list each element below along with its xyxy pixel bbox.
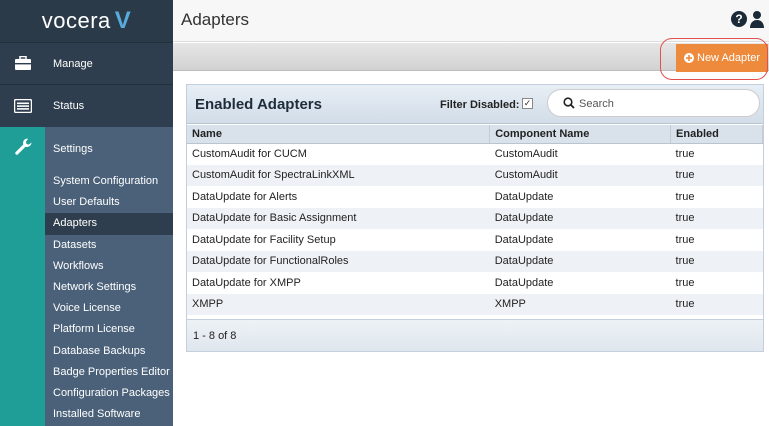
nav-label-manage: Manage — [53, 57, 93, 70]
table-row[interactable]: CustomAudit for SpectraLinkXML CustomAud… — [187, 164, 763, 186]
adapters-table: Name Component Name Enabled CustomAudit … — [187, 125, 763, 315]
cell-enabled: true — [675, 233, 695, 246]
sidebar-item-system-configuration[interactable]: System Configuration — [45, 171, 173, 192]
sidebar-item-datasets[interactable]: Datasets — [45, 235, 173, 256]
highlight-circle — [660, 38, 768, 80]
table-row[interactable]: DataUpdate for Basic Assignment DataUpda… — [187, 207, 763, 229]
settings-submenu: System Configuration User Defaults Adapt… — [45, 171, 173, 426]
table-row[interactable]: DataUpdate for Facility Setup DataUpdate… — [187, 229, 763, 251]
cell-enabled: true — [675, 276, 695, 289]
sidebar: vocera V Manage Status Settings System C… — [0, 0, 173, 426]
user-icon[interactable] — [750, 10, 764, 28]
cell-component-name: CustomAudit — [494, 148, 558, 160]
sidebar-item-configuration-packages[interactable]: Configuration Packages — [45, 383, 173, 404]
column-header-enabled[interactable]: Enabled — [670, 125, 763, 144]
list-icon — [0, 85, 45, 126]
filter-disabled-checkbox[interactable]: ✓ — [522, 98, 533, 109]
cell-enabled: true — [675, 148, 695, 160]
cell-enabled: true — [670, 164, 763, 186]
panel-footer: 1 - 8 of 8 — [187, 319, 763, 351]
sidebar-item-installed-software[interactable]: Installed Software — [45, 404, 173, 425]
cell-component-name: DataUpdate — [489, 207, 671, 229]
nav-label-status: Status — [53, 99, 85, 112]
settings-strip — [0, 127, 45, 426]
cell-name: XMPP — [187, 293, 490, 315]
cell-component-name: XMPP — [489, 293, 671, 315]
cell-name: DataUpdate for Basic Assignment — [187, 207, 490, 229]
pagination-summary: 1 - 8 of 8 — [193, 330, 237, 342]
cell-name: CustomAudit for SpectraLinkXML — [187, 164, 490, 186]
table-row[interactable]: DataUpdate for Alerts DataUpdate true — [187, 186, 763, 208]
enabled-adapters-panel: Enabled Adapters Filter Disabled: ✓ Name… — [186, 84, 764, 352]
column-header-name[interactable]: Name — [187, 125, 491, 144]
cell-name: CustomAudit for CUCM — [192, 148, 307, 160]
cell-component-name: DataUpdate — [494, 233, 554, 246]
wrench-icon — [0, 127, 45, 157]
cell-component-name: CustomAudit — [489, 164, 671, 186]
column-header-component-name[interactable]: Component Name — [489, 125, 672, 144]
cell-enabled: true — [670, 250, 763, 272]
search-icon — [563, 97, 575, 109]
table-row[interactable]: XMPP XMPP true — [187, 293, 763, 315]
vocera-logo[interactable]: vocera V — [0, 0, 173, 42]
cell-name: DataUpdate for Facility Setup — [192, 233, 336, 246]
table-row[interactable]: CustomAudit for CUCM CustomAudit true — [187, 143, 763, 165]
logo-mark-icon: V — [114, 7, 132, 34]
page-title: Adapters — [181, 10, 250, 29]
sidebar-item-workflows[interactable]: Workflows — [45, 256, 173, 277]
nav-label-settings: Settings — [53, 143, 93, 155]
cell-component-name: DataUpdate — [489, 250, 671, 272]
cell-name: DataUpdate for XMPP — [192, 276, 301, 289]
settings-section: Settings System Configuration User Defau… — [0, 127, 173, 426]
panel-header: Enabled Adapters Filter Disabled: ✓ — [187, 85, 763, 124]
cell-enabled: true — [670, 293, 763, 315]
table-row[interactable]: DataUpdate for XMPP DataUpdate true — [187, 272, 763, 294]
panel-title: Enabled Adapters — [195, 96, 322, 113]
sidebar-item-platform-license[interactable]: Platform License — [45, 319, 173, 340]
sidebar-item-badge-properties-editor[interactable]: Badge Properties Editor — [45, 362, 173, 383]
table-row[interactable]: DataUpdate for FunctionalRoles DataUpdat… — [187, 250, 763, 272]
table-header-row: Name Component Name Enabled — [187, 125, 763, 144]
cell-name: DataUpdate for Alerts — [192, 190, 298, 203]
search-box — [547, 89, 760, 117]
top-bar: Adapters ? — [173, 0, 769, 42]
sidebar-item-network-settings[interactable]: Network Settings — [45, 277, 173, 298]
cell-enabled: true — [670, 207, 763, 229]
sidebar-item-adapters[interactable]: Adapters — [45, 213, 173, 235]
briefcase-icon — [0, 43, 45, 84]
cell-name: DataUpdate for FunctionalRoles — [187, 250, 490, 272]
help-icon[interactable]: ? — [731, 11, 747, 27]
sidebar-item-database-backups[interactable]: Database Backups — [45, 341, 173, 362]
nav-item-manage[interactable]: Manage — [0, 42, 173, 84]
sidebar-item-user-defaults[interactable]: User Defaults — [45, 192, 173, 213]
logo-text: vocera — [41, 8, 111, 33]
search-input[interactable] — [579, 95, 749, 112]
nav-item-status[interactable]: Status — [0, 84, 173, 126]
filter-disabled-label: Filter Disabled: — [440, 99, 520, 111]
cell-enabled: true — [675, 190, 695, 203]
cell-component-name: DataUpdate — [494, 190, 554, 203]
cell-component-name: DataUpdate — [494, 276, 554, 289]
sidebar-item-voice-license[interactable]: Voice License — [45, 298, 173, 319]
nav-item-settings[interactable]: Settings — [45, 127, 173, 171]
